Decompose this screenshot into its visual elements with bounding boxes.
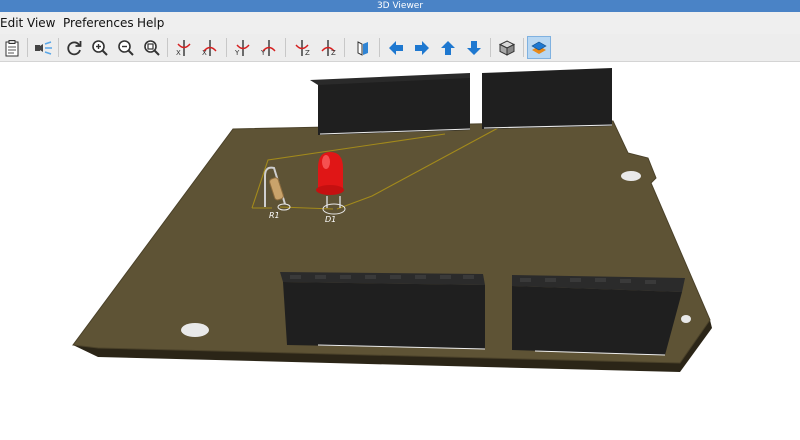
rotate-x-ccw-icon: X	[202, 39, 217, 57]
flip-board-icon	[357, 40, 368, 56]
render-options-button[interactable]	[527, 36, 551, 59]
toolbar-separator	[27, 38, 28, 57]
menu-view[interactable]: View	[27, 15, 55, 31]
cube-icon	[498, 39, 516, 56]
rotate-z-cw-icon: Z	[295, 39, 310, 57]
silkscreen-d1: D1	[325, 215, 336, 224]
pan-right-button[interactable]	[410, 36, 434, 59]
arrow-down-icon	[467, 40, 481, 55]
rotate-x-ccw-button[interactable]: X	[198, 36, 222, 59]
arrow-left-icon	[389, 40, 403, 55]
toolbar-separator	[167, 38, 168, 57]
toolbar-separator	[226, 38, 227, 57]
svg-text:Y: Y	[234, 49, 240, 57]
3d-viewport[interactable]: R1 D1	[0, 62, 800, 440]
arrow-up-icon	[441, 40, 455, 55]
mounting-hole	[621, 171, 641, 181]
layers-icon	[531, 41, 547, 54]
toolbar-separator	[344, 38, 345, 57]
zoom-fit-button[interactable]	[140, 36, 164, 59]
arrow-right-icon	[415, 40, 429, 55]
menu-edit[interactable]: Edit	[0, 15, 23, 31]
toggle-ortho-button[interactable]	[495, 36, 519, 59]
rotate-y-cw-icon: Y	[234, 39, 250, 57]
toolbar-separator	[285, 38, 286, 57]
toolbar-separator	[490, 38, 491, 57]
menu-preferences[interactable]: Preferences	[63, 15, 134, 31]
zoom-out-button[interactable]	[114, 36, 138, 59]
rotate-z-cw-button[interactable]: Z	[290, 36, 314, 59]
reload-button[interactable]	[62, 36, 86, 59]
svg-text:X: X	[202, 49, 207, 57]
raytracing-icon	[35, 40, 52, 55]
clipboard-icon	[5, 39, 19, 56]
mounting-hole	[681, 315, 691, 323]
rotate-y-cw-button[interactable]: Y	[231, 36, 255, 59]
svg-text:Z: Z	[331, 49, 336, 57]
pan-down-button[interactable]	[462, 36, 486, 59]
rotate-y-ccw-button[interactable]: Y	[257, 36, 281, 59]
rotate-y-ccw-icon: Y	[260, 39, 276, 57]
rotate-z-ccw-icon: Z	[321, 39, 336, 57]
board-render: R1 D1	[72, 68, 712, 372]
toolbar: X X Y Y Z Z	[0, 34, 800, 62]
pan-up-button[interactable]	[436, 36, 460, 59]
svg-text:X: X	[176, 49, 181, 57]
header-front-right	[512, 275, 685, 356]
menu-bar: Edit View Preferences Help	[0, 12, 800, 34]
zoom-in-icon	[92, 39, 108, 56]
zoom-in-button[interactable]	[88, 36, 112, 59]
pan-left-button[interactable]	[384, 36, 408, 59]
toolbar-separator	[58, 38, 59, 57]
flip-board-button[interactable]	[351, 36, 375, 59]
window-titlebar: 3D Viewer	[0, 0, 800, 12]
rotate-x-cw-icon: X	[176, 39, 191, 57]
window-title: 3D Viewer	[376, 1, 424, 11]
silkscreen-r1: R1	[269, 211, 280, 220]
toolbar-separator	[523, 38, 524, 57]
zoom-fit-icon	[144, 39, 160, 56]
toolbar-separator	[379, 38, 380, 57]
zoom-out-icon	[118, 39, 134, 56]
rotate-z-ccw-button[interactable]: Z	[316, 36, 340, 59]
copy-image-button[interactable]	[0, 36, 24, 59]
svg-text:Y: Y	[260, 49, 266, 57]
raytracing-button[interactable]	[31, 36, 55, 59]
reload-icon	[67, 40, 82, 55]
svg-text:Z: Z	[305, 49, 310, 57]
menu-help[interactable]: Help	[137, 15, 164, 31]
rotate-x-cw-button[interactable]: X	[172, 36, 196, 59]
header-back-right	[482, 68, 613, 129]
mounting-hole	[181, 323, 209, 337]
header-back-left	[310, 73, 471, 135]
header-front-left	[280, 272, 486, 350]
